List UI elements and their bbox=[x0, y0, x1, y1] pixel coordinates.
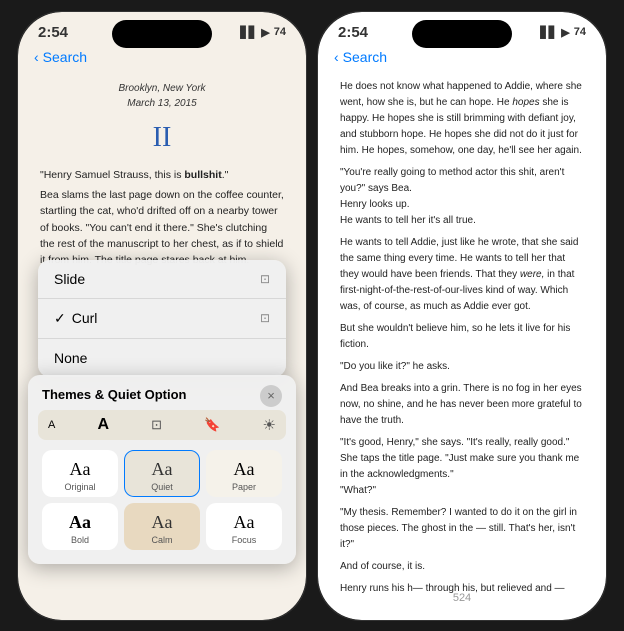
theme-grid: Aa Original Aa Quiet Aa Paper Aa bbox=[38, 446, 286, 554]
slide-label: Slide bbox=[54, 271, 85, 287]
theme-bold[interactable]: Aa Bold bbox=[42, 503, 118, 550]
brightness-btn[interactable]: ☀ bbox=[263, 416, 276, 434]
chapter-number: II bbox=[40, 116, 284, 159]
paragraph-1: "Henry Samuel Strauss, this is bullshit.… bbox=[40, 167, 284, 183]
page-number: 524 bbox=[453, 592, 471, 604]
themes-header: Themes & Quiet Option bbox=[38, 385, 286, 404]
status-icons-right: ▋▋ ▶ 74 bbox=[540, 26, 586, 39]
curl-check: ✓ bbox=[54, 310, 66, 327]
slide-icon: ⊡ bbox=[260, 272, 270, 286]
book-location: Brooklyn, New YorkMarch 13, 2015 bbox=[40, 81, 284, 112]
right-para-9: "It's good, Henry," she says. "It's real… bbox=[340, 435, 584, 483]
font-small-btn[interactable]: A bbox=[48, 419, 55, 431]
curl-icon: ⊡ bbox=[260, 311, 270, 325]
right-para-5: He wants to tell Addie, just like he wro… bbox=[340, 235, 584, 315]
themes-section: Themes & Quiet Option × A A ⊡ 🔖 ☀ bbox=[28, 375, 296, 564]
right-para-3: Henry looks up. bbox=[340, 197, 584, 213]
font-large-btn[interactable]: A bbox=[97, 416, 109, 434]
bookmark-btn[interactable]: 🔖 bbox=[204, 417, 220, 433]
none-option[interactable]: None bbox=[38, 339, 286, 377]
theme-paper[interactable]: Aa Paper bbox=[206, 450, 282, 497]
slide-option[interactable]: Slide ⊡ bbox=[38, 260, 286, 299]
left-phone: 2:54 ▋▋ ▶ 74 ‹ Search Brooklyn, New York… bbox=[17, 11, 307, 621]
right-para-10: "What?" bbox=[340, 483, 584, 499]
popup-overlay: Slide ⊡ ✓ Curl ⊡ None Themes & bbox=[18, 260, 306, 620]
back-arrow-left[interactable]: ‹ bbox=[34, 49, 39, 65]
status-bar-left: 2:54 ▋▋ ▶ 74 bbox=[18, 12, 306, 45]
status-icons-left: ▋▋ ▶ 74 bbox=[240, 26, 286, 39]
right-para-4: He wants to tell her it's all true. bbox=[340, 213, 584, 229]
slide-transition-menu[interactable]: Slide ⊡ ✓ Curl ⊡ None bbox=[38, 260, 286, 377]
curl-option[interactable]: ✓ Curl ⊡ bbox=[38, 299, 286, 339]
right-para-7: "Do you like it?" he asks. bbox=[340, 359, 584, 375]
right-para-11: "My thesis. Remember? I wanted to do it … bbox=[340, 505, 584, 553]
paragraph-2: Bea slams the last page down on the coff… bbox=[40, 187, 284, 268]
right-para-1: He does not know what happened to Addie,… bbox=[340, 79, 584, 159]
time-left: 2:54 bbox=[38, 24, 68, 41]
nav-bar-left[interactable]: ‹ Search bbox=[18, 45, 306, 71]
status-bar-right: 2:54 ▋▋ ▶ 74 bbox=[318, 12, 606, 45]
back-arrow-right[interactable]: ‹ bbox=[334, 49, 339, 65]
font-type-btn[interactable]: ⊡ bbox=[151, 417, 162, 433]
theme-calm[interactable]: Aa Calm bbox=[124, 503, 200, 550]
curl-label: Curl bbox=[72, 310, 98, 326]
theme-quiet[interactable]: Aa Quiet bbox=[124, 450, 200, 497]
right-para-8: And Bea breaks into a grin. There is no … bbox=[340, 381, 584, 429]
nav-back-left[interactable]: Search bbox=[43, 49, 87, 65]
none-label: None bbox=[54, 350, 87, 366]
time-right: 2:54 bbox=[338, 24, 368, 41]
book-content-left: Brooklyn, New YorkMarch 13, 2015 II "Hen… bbox=[18, 71, 306, 271]
right-para-6: But she wouldn't believe him, so he lets… bbox=[340, 321, 584, 353]
theme-focus[interactable]: Aa Focus bbox=[206, 503, 282, 550]
nav-back-right[interactable]: Search bbox=[343, 49, 387, 65]
right-book-content: He does not know what happened to Addie,… bbox=[318, 71, 606, 599]
nav-bar-right[interactable]: ‹ Search bbox=[318, 45, 606, 71]
right-phone: 2:54 ▋▋ ▶ 74 ‹ Search He does not know w… bbox=[317, 11, 607, 621]
close-button[interactable]: × bbox=[260, 385, 282, 407]
theme-original[interactable]: Aa Original bbox=[42, 450, 118, 497]
right-para-12: And of course, it is. bbox=[340, 559, 584, 575]
right-para-2: "You're really going to method actor thi… bbox=[340, 165, 584, 197]
